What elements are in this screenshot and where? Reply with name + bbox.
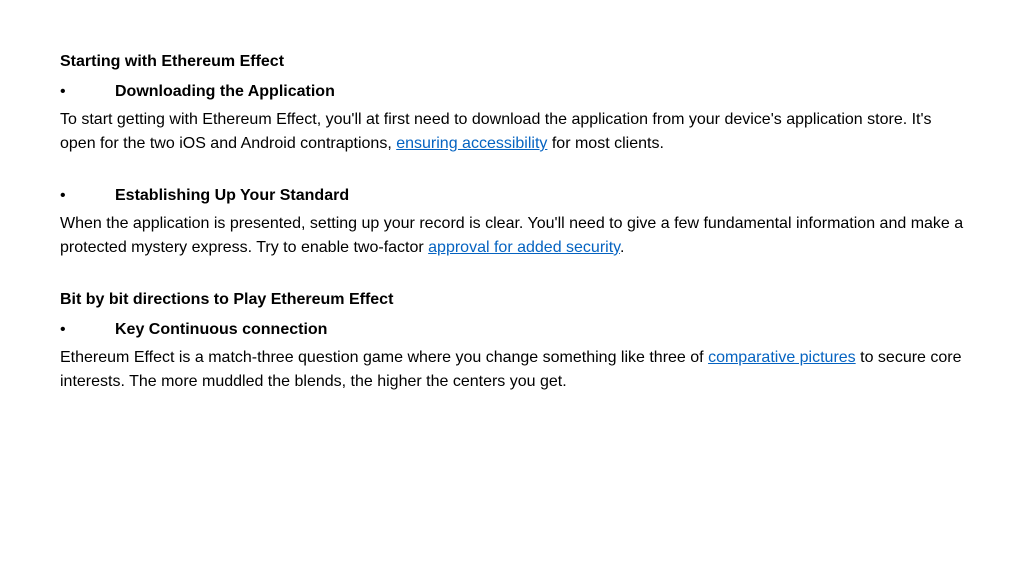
bullet-item: • Key Continuous connection — [60, 318, 964, 342]
bullet-label: Downloading the Application — [115, 80, 335, 104]
pictures-link[interactable]: comparative pictures — [708, 349, 856, 366]
paragraph-text: for most clients. — [547, 135, 663, 152]
paragraph: To start getting with Ethereum Effect, y… — [60, 108, 964, 156]
bullet-icon: • — [60, 184, 115, 208]
bullet-label: Key Continuous connection — [115, 318, 327, 342]
paragraph-text: Ethereum Effect is a match-three questio… — [60, 349, 708, 366]
security-link[interactable]: approval for added security — [428, 239, 620, 256]
paragraph: Ethereum Effect is a match-three questio… — [60, 346, 964, 394]
bullet-item: • Downloading the Application — [60, 80, 964, 104]
bullet-label: Establishing Up Your Standard — [115, 184, 349, 208]
paragraph: When the application is presented, setti… — [60, 212, 964, 260]
section-heading: Bit by bit directions to Play Ethereum E… — [60, 288, 964, 312]
paragraph-text: . — [620, 239, 624, 256]
bullet-item: • Establishing Up Your Standard — [60, 184, 964, 208]
accessibility-link[interactable]: ensuring accessibility — [396, 135, 547, 152]
bullet-icon: • — [60, 318, 115, 342]
section-heading: Starting with Ethereum Effect — [60, 50, 964, 74]
bullet-icon: • — [60, 80, 115, 104]
